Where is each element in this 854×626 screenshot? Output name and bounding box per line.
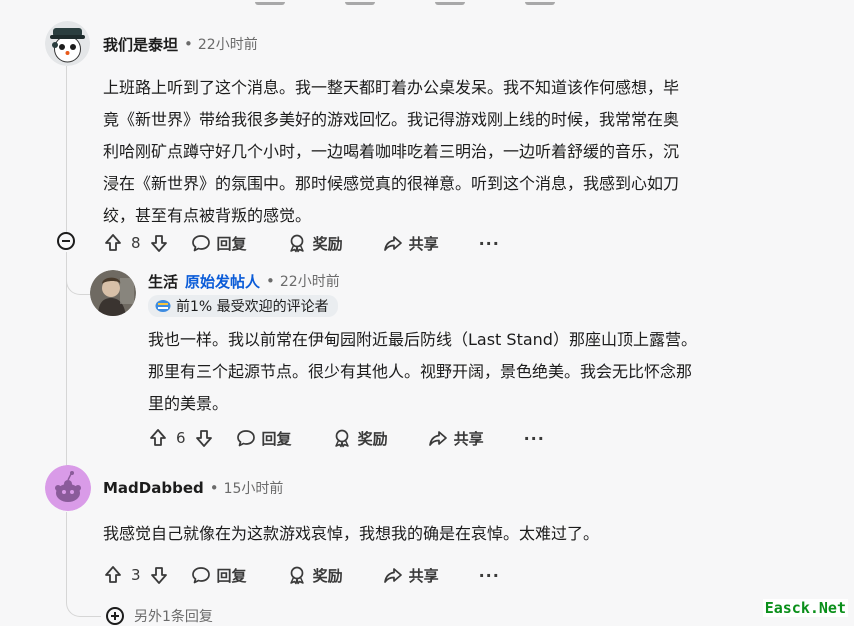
share-icon <box>383 565 403 585</box>
avatar[interactable] <box>90 270 136 316</box>
avatar[interactable] <box>45 465 91 511</box>
share-label: 共享 <box>408 566 439 585</box>
share-button[interactable]: 共享 <box>383 233 439 254</box>
award-button[interactable]: 奖励 <box>332 428 388 449</box>
upvote-icon[interactable] <box>103 565 123 585</box>
award-icon <box>332 428 352 448</box>
award-button[interactable]: 奖励 <box>287 233 343 254</box>
comment-line: 那里有三个起源节点。很少有其他人。视野开阔，景色绝美。我会无比怀念那 <box>148 362 693 381</box>
user-flair: 前1% 最受欢迎的评论者 <box>148 295 338 317</box>
reply-label: 回复 <box>216 566 247 585</box>
separator-dot: • <box>209 479 219 497</box>
comment-body: 我也一样。我以前常在伊甸园附近最后防线（Last Stand）那座山顶上露营。 … <box>148 324 838 420</box>
award-label: 奖励 <box>357 429 388 448</box>
comment-header: 生活 原始发帖人 • 22小时前 <box>148 269 340 293</box>
op-badge: 原始发帖人 <box>185 272 261 291</box>
share-button[interactable]: 共享 <box>383 565 439 586</box>
comment-line: 我也一样。我以前常在伊甸园附近最后防线（Last Stand）那座山顶上露营。 <box>148 330 697 349</box>
thread-connector-more-replies <box>66 580 101 617</box>
reply-button[interactable]: 回复 <box>191 233 247 254</box>
comment-line: 我感觉自己就像在为这款游戏哀悼，我想我的确是在哀悼。太难过了。 <box>103 524 600 543</box>
separator-dot: • <box>184 35 193 53</box>
reply-label: 回复 <box>216 234 247 253</box>
titan-avatar-icon <box>45 21 90 66</box>
reply-button[interactable]: 回复 <box>191 565 247 586</box>
downvote-icon[interactable] <box>194 428 214 448</box>
comment-line: 上班路上听到了这个消息。我一整天都盯着办公桌发呆。我不知道该作何感想，毕 <box>103 78 680 97</box>
comment-line: 竟《新世界》带给我很多美好的游戏回忆。我记得游戏刚上线的时候，我常常在奥 <box>103 110 680 129</box>
vote-count: 3 <box>131 566 141 584</box>
separator-dot: • <box>266 272 275 290</box>
timestamp[interactable]: 22小时前 <box>280 271 340 291</box>
comment-header: 我们是泰坦 • 22小时前 <box>103 32 258 56</box>
speech-bubble-icon <box>236 428 256 448</box>
award-label: 奖励 <box>312 566 343 585</box>
author-name[interactable]: MadDabbed <box>103 479 204 497</box>
award-label: 奖励 <box>312 234 343 253</box>
upvote-icon[interactable] <box>103 233 123 253</box>
vote-count: 6 <box>176 429 186 447</box>
more-options-button[interactable]: ··· <box>479 566 500 585</box>
collapse-thread-button[interactable] <box>57 232 75 250</box>
award-icon <box>287 565 307 585</box>
comment-actions: 6 回复 奖励 共享 ··· <box>148 424 545 452</box>
timestamp[interactable]: 22小时前 <box>198 34 258 54</box>
snoo-avatar-icon <box>45 465 91 511</box>
comment-body: 我感觉自己就像在为这款游戏哀悼，我想我的确是在哀悼。太难过了。 <box>103 518 823 550</box>
comment-header: MadDabbed • 15小时前 <box>103 476 283 500</box>
more-replies-label: 另外1条回复 <box>134 609 213 625</box>
timestamp[interactable]: 15小时前 <box>224 478 284 498</box>
thread-line-root <box>66 66 67 234</box>
share-label: 共享 <box>408 234 439 253</box>
comment-line: 利哈刚矿点蹲守好几个小时，一边喝着咖啡吃着三明治，一边听着舒缓的音乐，沉 <box>103 142 680 161</box>
reply-label: 回复 <box>261 429 292 448</box>
comment-body: 上班路上听到了这个消息。我一整天都盯着办公桌发呆。我不知道该作何感想，毕 竟《新… <box>103 72 823 232</box>
comment-line: 浸在《新世界》的氛围中。那时候感觉真的很禅意。听到这个消息，我感到心如刀 <box>103 174 680 193</box>
share-label: 共享 <box>453 429 484 448</box>
author-name[interactable]: 我们是泰坦 <box>103 34 178 55</box>
more-options-button[interactable]: ··· <box>479 234 500 253</box>
comment-line: 里的美景。 <box>148 394 229 413</box>
avatar[interactable] <box>45 21 90 66</box>
thread-connector-reply <box>66 252 91 295</box>
speech-bubble-icon <box>191 565 211 585</box>
comment-actions: 8 回复 奖励 共享 ··· <box>103 229 500 257</box>
share-icon <box>383 233 403 253</box>
vote-count: 8 <box>131 234 141 252</box>
flair-text: 前1% 最受欢迎的评论者 <box>176 299 329 315</box>
upvote-icon[interactable] <box>148 428 168 448</box>
previous-comment-actions-cutoff <box>255 0 555 5</box>
comment-actions: 3 回复 奖励 共享 ··· <box>103 561 500 589</box>
speech-bubble-icon <box>191 233 211 253</box>
user-photo-avatar-icon <box>90 270 136 316</box>
downvote-icon[interactable] <box>149 565 169 585</box>
watermark: Easck.Net <box>762 599 848 617</box>
share-icon <box>428 428 448 448</box>
commenter-flair-icon <box>155 300 171 312</box>
comment-line: 绞，甚至有点被背叛的感觉。 <box>103 206 312 225</box>
award-icon <box>287 233 307 253</box>
award-button[interactable]: 奖励 <box>287 565 343 586</box>
reply-button[interactable]: 回复 <box>236 428 292 449</box>
share-button[interactable]: 共享 <box>428 428 484 449</box>
plus-circle-icon <box>106 607 124 625</box>
more-options-button[interactable]: ··· <box>524 429 545 448</box>
downvote-icon[interactable] <box>149 233 169 253</box>
author-name[interactable]: 生活 <box>148 271 178 292</box>
more-replies-link[interactable]: 另外1条回复 <box>106 606 213 626</box>
